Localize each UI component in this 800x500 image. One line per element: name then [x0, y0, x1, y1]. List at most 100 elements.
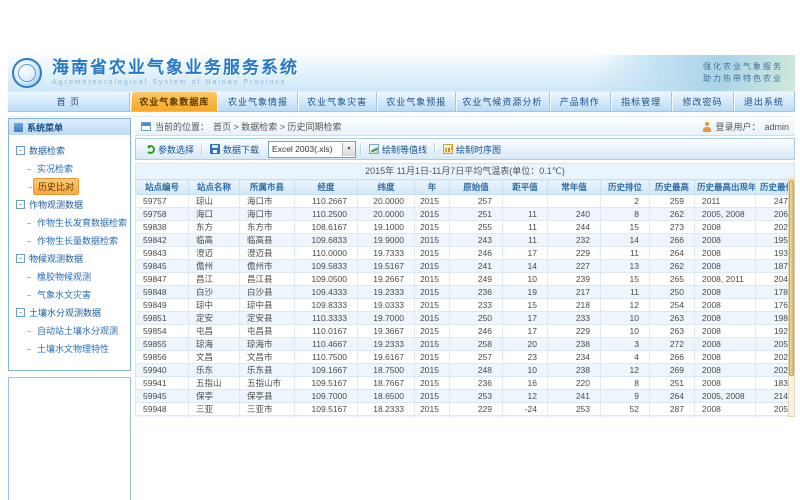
breadcrumb-path[interactable]: 首页 > 数据检索 > 历史同期检索 [213, 120, 342, 133]
table-cell: 273 [650, 221, 695, 234]
table-cell: 五指山 [189, 377, 240, 390]
table-cell: 2008 [695, 299, 756, 312]
table-row[interactable]: 59838东方东方市108.616719.1000201525511244152… [136, 221, 796, 234]
table-cell: 2015 [415, 351, 450, 364]
table-row[interactable]: 59855琼海琼海市110.466719.2333201525820238327… [136, 338, 796, 351]
table-cell: 266 [650, 351, 695, 364]
param-select-button[interactable]: 参数选择 [140, 141, 200, 158]
data-download-button[interactable]: 数据下载 [204, 141, 265, 158]
table-row[interactable]: 59849琼中琼中县109.833319.0333201523315218122… [136, 299, 796, 312]
table-cell: 2008 [695, 403, 756, 416]
table-row[interactable]: 59940乐东乐东县109.166718.7500201524810238122… [136, 364, 796, 377]
table-cell: 18.7500 [358, 364, 415, 377]
table-row[interactable]: 59941五指山五指山市109.516718.76672015236162208… [136, 377, 796, 390]
sidebar-item[interactable]: 历史比对 [33, 178, 79, 195]
table-cell: 2008 [695, 377, 756, 390]
scrollbar-thumb[interactable] [789, 180, 794, 376]
table-cell: 屯昌县 [240, 325, 295, 338]
table-row[interactable]: 59842临高临高县109.683319.9000201524311232142… [136, 234, 796, 247]
table-row[interactable]: 59951万宁万宁市110.366718.8000201525613243927… [136, 416, 796, 418]
sidebar-group[interactable]: -土壤水分观测数据 [11, 304, 128, 321]
nav-tab-5[interactable]: 农业气象预报 [377, 92, 456, 111]
sidebar-lower-panel [8, 377, 131, 500]
collapse-icon[interactable]: - [16, 146, 25, 155]
sidebar-item[interactable]: 气象水文灾害 [33, 286, 95, 303]
sidebar-group[interactable]: -作物观测数据 [11, 196, 128, 213]
table-cell: 110.7500 [295, 351, 358, 364]
nav-tab-9[interactable]: 修改密码 [672, 92, 733, 111]
sidebar-group[interactable]: -数据检索 [11, 142, 128, 159]
column-header[interactable]: 常年值 [548, 180, 601, 195]
table-cell: 23 [503, 351, 548, 364]
table-cell: 保亭县 [240, 390, 295, 403]
table-cell: 264 [650, 390, 695, 403]
table-cell: 233 [548, 312, 601, 325]
table-row[interactable]: 59851定安定安县110.333319.7000201525017233102… [136, 312, 796, 325]
table-cell: 琼海 [189, 338, 240, 351]
collapse-icon[interactable]: - [16, 200, 25, 209]
table-row[interactable]: 59757琼山海口市110.266720.0000201525722592011… [136, 195, 796, 208]
table-row[interactable]: 59843澄迈澄迈县110.000019.7333201524617229112… [136, 247, 796, 260]
column-header[interactable]: 年 [415, 180, 450, 195]
table-cell: 17 [503, 247, 548, 260]
column-header[interactable]: 所属市县 [240, 180, 295, 195]
collapse-icon[interactable]: - [16, 308, 25, 317]
table-cell: 三亚市 [240, 403, 295, 416]
column-header[interactable]: 原始值 [450, 180, 503, 195]
table-cell: 2015 [415, 325, 450, 338]
column-header[interactable]: 站点编号 [136, 180, 189, 195]
chevron-down-icon[interactable]: ▼ [342, 143, 355, 156]
table-row[interactable]: 59847昌江昌江县109.050019.2667201524910239152… [136, 273, 796, 286]
draw-contour-button[interactable]: 绘制等值线 [363, 141, 433, 158]
table-cell: 乐东县 [240, 364, 295, 377]
sidebar-item[interactable]: 土壤水文物理特性 [33, 340, 113, 357]
table-cell: 272 [650, 338, 695, 351]
table-row[interactable]: 59845儋州儋州市109.583319.5167201524114227132… [136, 260, 796, 273]
collapse-icon[interactable]: - [16, 254, 25, 263]
nav-tab-7[interactable]: 产品制作 [550, 92, 611, 111]
column-header[interactable]: 纬度 [358, 180, 415, 195]
table-cell: 昌江 [189, 273, 240, 286]
sidebar-item[interactable]: 实况检索 [33, 160, 77, 177]
table-cell: 110.4667 [295, 338, 358, 351]
table-cell: 8 [601, 377, 650, 390]
table-scrollbar[interactable] [788, 178, 795, 417]
table-row[interactable]: 59758海口海口市110.250020.0000201525111240826… [136, 208, 796, 221]
sidebar-item[interactable]: 自动站土壤水分观测 [33, 322, 122, 339]
table-row[interactable]: 59848白沙白沙县109.433319.2333201523619217112… [136, 286, 796, 299]
column-header[interactable]: 历史排位 [601, 180, 650, 195]
export-format-select[interactable]: Excel 2003(.xls) ▼ [268, 141, 356, 158]
table-cell: 110.0167 [295, 325, 358, 338]
table-cell: 249 [450, 273, 503, 286]
column-header[interactable]: 历史最高出现年份 [695, 180, 756, 195]
nav-tab-6[interactable]: 农业气候资源分析 [456, 92, 549, 111]
table-cell: 2015 [415, 377, 450, 390]
column-header[interactable]: 距平值 [503, 180, 548, 195]
nav-tab-3[interactable]: 农业气象情报 [219, 92, 298, 111]
table-row[interactable]: 59854屯昌屯昌县110.016719.3667201524617229102… [136, 325, 796, 338]
table-cell: 273 [650, 416, 695, 418]
data-table: 站点编号站点名称所属市县经度纬度年原始值距平值常年值历史排位历史最高历史最高出现… [135, 179, 795, 417]
table-cell: 13 [503, 416, 548, 418]
nav-tab-4[interactable]: 农业气象灾害 [298, 92, 377, 111]
nav-tab-10[interactable]: 退出系统 [734, 92, 795, 111]
nav-tab-2[interactable]: 农业气象数据库 [132, 92, 217, 111]
table-cell: 2015 [415, 286, 450, 299]
table-cell: 2015 [415, 299, 450, 312]
sidebar-group[interactable]: -物候观测数据 [11, 250, 128, 267]
param-select-label: 参数选择 [158, 143, 194, 156]
sidebar-item[interactable]: 作物生长发育数据检索 [33, 214, 131, 231]
banner-slogan-line2: 助力热带特色农业 [703, 73, 783, 85]
column-header[interactable]: 经度 [295, 180, 358, 195]
column-header[interactable]: 站点名称 [189, 180, 240, 195]
draw-timeseries-button[interactable]: 绘制时序图 [437, 141, 507, 158]
table-row[interactable]: 59856文昌文昌市110.750019.6167201525723234426… [136, 351, 796, 364]
nav-tab-8[interactable]: 指标管理 [611, 92, 672, 111]
nav-tab-1[interactable]: 首 页 [8, 92, 130, 111]
column-header[interactable]: 历史最高 [650, 180, 695, 195]
table-row[interactable]: 59948三亚三亚市109.516718.23332015229-2425352… [136, 403, 796, 416]
sidebar-item[interactable]: 橡胶物候观测 [33, 268, 95, 285]
sidebar-item[interactable]: 作物生长量数据检索 [33, 232, 122, 249]
table-cell: 2008 [695, 312, 756, 325]
table-row[interactable]: 59945保亭保亭县109.700018.6500201525312241926… [136, 390, 796, 403]
